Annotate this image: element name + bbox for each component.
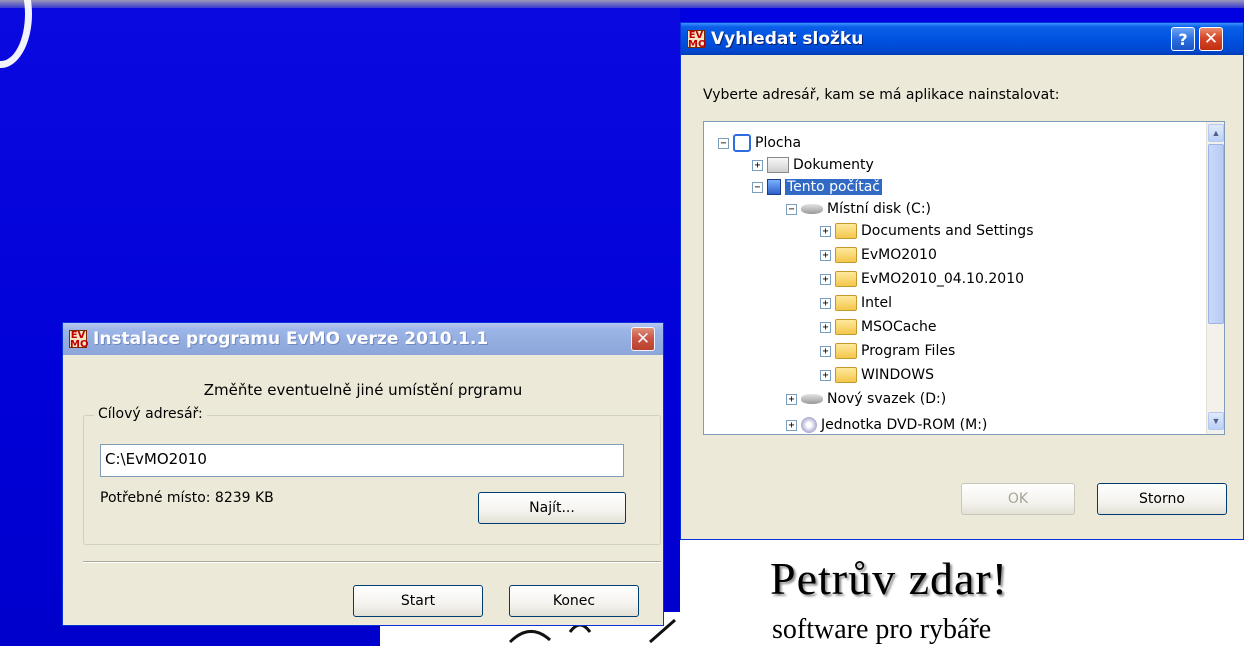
path-field[interactable]: C:\EvMO2010: [100, 444, 624, 477]
tree-item-label: Program Files: [861, 343, 956, 359]
app-icon: EV MO: [69, 330, 89, 350]
tree-item-mistni-disk-c[interactable]: − Místní disk (C:): [786, 198, 931, 220]
exit-button[interactable]: Konec: [509, 585, 639, 617]
cancel-button[interactable]: Storno: [1097, 483, 1227, 515]
background-top-strip: [0, 0, 1244, 8]
folder-icon: [835, 343, 857, 359]
folder-icon: [835, 223, 857, 239]
expand-icon[interactable]: +: [820, 369, 831, 381]
tree-item-label: Plocha: [755, 135, 802, 151]
tree-item-evmo2010-backup[interactable]: + EvMO2010_04.10.2010: [820, 268, 1024, 290]
folder-icon: [835, 319, 857, 335]
close-button[interactable]: ✕: [1199, 27, 1223, 51]
documents-icon: [767, 157, 789, 173]
help-button[interactable]: ?: [1171, 27, 1195, 51]
dvd-icon: [801, 417, 817, 433]
tree-item-label: WINDOWS: [861, 367, 934, 383]
folder-dialog-title: Vyhledat složku: [711, 29, 864, 49]
target-directory-label: Cílový adresář:: [94, 406, 207, 422]
collapse-icon[interactable]: −: [718, 137, 729, 149]
collapse-icon[interactable]: −: [752, 181, 763, 193]
install-dialog: EV MO Instalace programu EvMO verze 2010…: [62, 322, 664, 626]
tree-item-novy-svazek-d[interactable]: + Nový svazek (D:): [786, 388, 946, 410]
space-needed: Potřebné místo: 8239 KB: [100, 490, 274, 506]
expand-icon[interactable]: +: [820, 225, 831, 237]
collapse-icon[interactable]: −: [786, 203, 797, 215]
tree-item-label: Documents and Settings: [861, 223, 1034, 239]
tree-item-label: EvMO2010_04.10.2010: [861, 271, 1025, 287]
scroll-thumb[interactable]: [1208, 144, 1224, 324]
drive-icon: [801, 204, 823, 214]
expand-icon[interactable]: +: [820, 297, 831, 309]
close-button[interactable]: ✕: [631, 327, 655, 351]
scroll-down-icon[interactable]: ▼: [1208, 412, 1224, 430]
tree-item-label: Místní disk (C:): [827, 201, 932, 217]
folder-icon: [835, 295, 857, 311]
app-icon: EV MO: [687, 30, 707, 50]
tree-item-label: Tento počítač: [785, 179, 882, 195]
tree-item-dvd-rom-m[interactable]: + Jednotka DVD-ROM (M:): [786, 414, 988, 434]
start-button[interactable]: Start: [353, 585, 483, 617]
tree-item-dokumenty[interactable]: + Dokumenty: [752, 154, 874, 176]
tree-item-documents-and-settings[interactable]: + Documents and Settings: [820, 220, 1033, 242]
folder-tree[interactable]: − Plocha + Dokumenty − Tento počítač − M…: [703, 121, 1225, 435]
expand-icon[interactable]: +: [820, 249, 831, 261]
desktop-icon: [733, 134, 751, 152]
target-directory-group: Cílový adresář: C:\EvMO2010 Potřebné mís…: [83, 406, 661, 545]
tree-item-msocache[interactable]: + MSOCache: [820, 316, 937, 338]
folder-dialog-titlebar[interactable]: EV MO Vyhledat složku ? ✕: [681, 23, 1243, 55]
expand-icon[interactable]: +: [820, 273, 831, 285]
install-heading: Změňte eventuelně jiné umístění prgramu: [203, 381, 523, 399]
install-dialog-titlebar[interactable]: EV MO Instalace programu EvMO verze 2010…: [63, 323, 663, 355]
expand-icon[interactable]: +: [820, 321, 831, 333]
separator: [83, 561, 661, 563]
folder-dialog-prompt: Vyberte adresář, kam se má aplikace nain…: [703, 87, 1060, 103]
install-dialog-title: Instalace programu EvMO verze 2010.1.1: [93, 329, 489, 349]
scroll-up-icon[interactable]: ▲: [1208, 124, 1224, 142]
browse-button[interactable]: Najít...: [478, 492, 626, 524]
brand-title: Petrův zdar!: [770, 553, 1009, 604]
tree-item-plocha[interactable]: − Plocha: [718, 132, 801, 154]
tree-item-label: EvMO2010: [861, 247, 937, 263]
computer-icon: [767, 179, 781, 195]
tree-item-label: Intel: [861, 295, 892, 311]
folder-dialog: EV MO Vyhledat složku ? ✕ Vyberte adresá…: [680, 22, 1244, 540]
folder-icon: [835, 271, 857, 287]
tree-item-evmo2010[interactable]: + EvMO2010: [820, 244, 937, 266]
expand-icon[interactable]: +: [752, 159, 763, 171]
expand-icon[interactable]: +: [786, 419, 797, 431]
tree-scrollbar[interactable]: ▲ ▼: [1206, 122, 1224, 434]
expand-icon[interactable]: +: [820, 345, 831, 357]
expand-icon[interactable]: +: [786, 393, 797, 405]
tree-item-program-files[interactable]: + Program Files: [820, 340, 955, 362]
tree-item-label: Nový svazek (D:): [827, 391, 947, 407]
ok-button[interactable]: OK: [961, 483, 1075, 515]
tree-item-intel[interactable]: + Intel: [820, 292, 892, 314]
tree-item-label: MSOCache: [861, 319, 937, 335]
tree-item-label: Jednotka DVD-ROM (M:): [821, 417, 988, 433]
folder-icon: [835, 367, 857, 383]
tree-item-windows[interactable]: + WINDOWS: [820, 364, 934, 386]
folder-icon: [835, 247, 857, 263]
brand-subtitle: software pro rybáře: [772, 614, 992, 645]
tree-item-label: Dokumenty: [793, 157, 874, 173]
drive-icon: [801, 394, 823, 404]
tree-item-tento-pocitac[interactable]: − Tento počítač: [752, 176, 882, 198]
